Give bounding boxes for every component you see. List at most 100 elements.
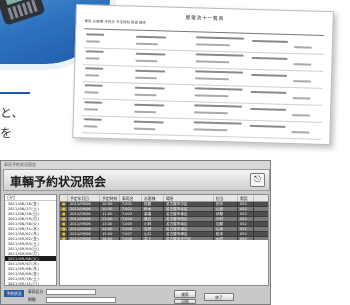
grid-column-header[interactable]: 車両名	[120, 195, 142, 201]
grid-header: 予定年月日 予定時刻 車両名 お客様 場所 担当 電話	[60, 195, 268, 202]
report-text-line	[194, 104, 243, 108]
grid-column-header[interactable]: 予定年月日	[68, 195, 100, 201]
report-text-line	[293, 46, 312, 49]
search-button[interactable]: 検索	[174, 290, 196, 298]
report-text-line	[194, 77, 229, 81]
grid-cell: 13:00	[100, 217, 120, 221]
report-text-line	[85, 50, 104, 53]
grid-cell: 2011/09/06	[68, 227, 100, 231]
report-text-line	[195, 53, 244, 57]
grid-cell: 高橋	[142, 212, 164, 216]
grid-column-header[interactable]	[60, 195, 68, 201]
report-text-line	[85, 57, 100, 60]
report-text-line	[135, 69, 166, 73]
report-text-line	[193, 111, 229, 115]
grid-cell: T-003	[120, 212, 142, 216]
grid-cell: 名古屋市港区	[164, 227, 214, 231]
grid-cell: 山本	[214, 227, 238, 231]
grid-cell: 10:00	[100, 202, 120, 206]
grid-column-header[interactable]: 場所	[164, 195, 214, 201]
reservation-app-window: 車両予約状況照会 車輌予約状況照会 ⎋ 日付 2011/08/26(金) 2011…	[0, 160, 271, 305]
report-text-line	[292, 80, 311, 83]
report-text-line	[84, 91, 99, 94]
report-text-line	[250, 90, 287, 94]
report-text-line	[292, 97, 311, 100]
report-text-line	[194, 94, 229, 98]
grid-cell: 2011/09/06	[68, 207, 100, 211]
report-text-line	[251, 73, 288, 77]
grid-cell: 2011/09/06	[68, 222, 100, 226]
report-text-line	[85, 40, 100, 43]
report-text-line	[249, 124, 286, 128]
row-status-icon: ■	[60, 232, 68, 236]
grid-cell: T-005	[120, 222, 142, 226]
grid-cell: 052	[238, 217, 254, 221]
report-text-line	[84, 108, 99, 111]
row-status-icon: ■	[60, 227, 68, 231]
report-text-line	[134, 93, 157, 97]
grid-cell: T-002	[120, 207, 142, 211]
grid-cell: 佐藤	[142, 202, 164, 206]
grid-body: ■ 2011/09/06 10:00 T-001 佐藤 名古屋市中区 田中 052 ■ 2011/…	[60, 202, 268, 242]
grid-column-header[interactable]: お客様	[142, 195, 164, 201]
bottom-toolbar: 予約状況 車両区分 期間 検索 印刷 終了	[4, 289, 269, 304]
exit-icon: ⎋	[253, 175, 262, 185]
grid-cell: 名古屋市西区	[164, 217, 214, 221]
report-text-line	[136, 35, 167, 39]
report-text-line	[194, 87, 243, 91]
report-text-line	[195, 43, 230, 47]
grid-cell: 052	[238, 202, 254, 206]
report-text-line	[84, 84, 103, 87]
app-titlebar: 車輌予約状況照会 ⎋	[3, 169, 270, 191]
report-text-line	[134, 86, 165, 90]
vehicle-select[interactable]	[46, 289, 96, 295]
grid-cell: 名古屋市緑区	[164, 232, 214, 236]
grid-column-header[interactable]: 担当	[214, 195, 238, 201]
screenshot-stage: と、 を 屋電池十一覧表 車両 お客様 予約日 予定時刻 用途 備考 車両予約状…	[0, 0, 350, 305]
grid-cell: T-001	[120, 202, 142, 206]
grid-cell: 中村	[214, 217, 238, 221]
date-tree-panel[interactable]: 日付 2011/08/26(金) 2011/08/27(土) 2011/08/28(…	[4, 194, 57, 286]
report-text-line	[193, 128, 228, 132]
grid-cell: 鈴木	[142, 207, 164, 211]
vehicle-label: 車両区分	[28, 289, 44, 294]
report-text-line	[83, 125, 98, 128]
grid-column-header[interactable]: 電話	[238, 195, 254, 201]
grid-cell: 田中	[214, 202, 238, 206]
report-text-line	[195, 60, 230, 64]
row-status-icon: ■	[60, 212, 68, 216]
grid-cell: 14:00	[100, 227, 120, 231]
report-text-line	[135, 52, 166, 56]
grid-cell: 小林	[142, 222, 164, 226]
row-status-icon: ■	[60, 202, 68, 206]
grid-cell: 渡辺	[142, 217, 164, 221]
grid-column-header[interactable]: 予定時刻	[100, 195, 120, 201]
period-field[interactable]	[46, 297, 116, 303]
grid-cell: T-004	[120, 217, 142, 221]
grid-cell: 052	[238, 212, 254, 216]
report-text-line	[85, 67, 104, 70]
report-text-line	[133, 110, 157, 114]
grid-cell: T-007	[120, 232, 142, 236]
report-text-line	[86, 33, 105, 36]
report-text-line	[293, 63, 312, 66]
report-text-line	[84, 74, 100, 77]
report-text-line	[134, 103, 165, 107]
exit-button[interactable]: ⎋	[250, 173, 265, 187]
grid-cell: 2011/09/06	[68, 217, 100, 221]
grid-cell: 052	[238, 207, 254, 211]
grid-cell: 052	[238, 232, 254, 236]
report-text-line	[135, 59, 158, 63]
grid-cell: 名古屋市南区	[164, 222, 214, 226]
report-text-line	[133, 120, 164, 124]
report-text-line	[196, 36, 245, 40]
grid-cell: 名古屋市東区	[164, 212, 214, 216]
report-text-line	[83, 118, 102, 121]
reservation-grid[interactable]: 予定年月日 予定時刻 車両名 お客様 場所 担当 電話 ■ 2011/09/06 10:00 T-…	[59, 194, 269, 286]
close-button[interactable]: 終了	[204, 293, 234, 301]
report-text-line	[133, 127, 156, 131]
grid-cell: 山口	[142, 232, 164, 236]
report-text-line	[251, 56, 288, 60]
status-tag: 予約状況	[4, 290, 24, 297]
print-button[interactable]: 印刷	[174, 299, 196, 304]
